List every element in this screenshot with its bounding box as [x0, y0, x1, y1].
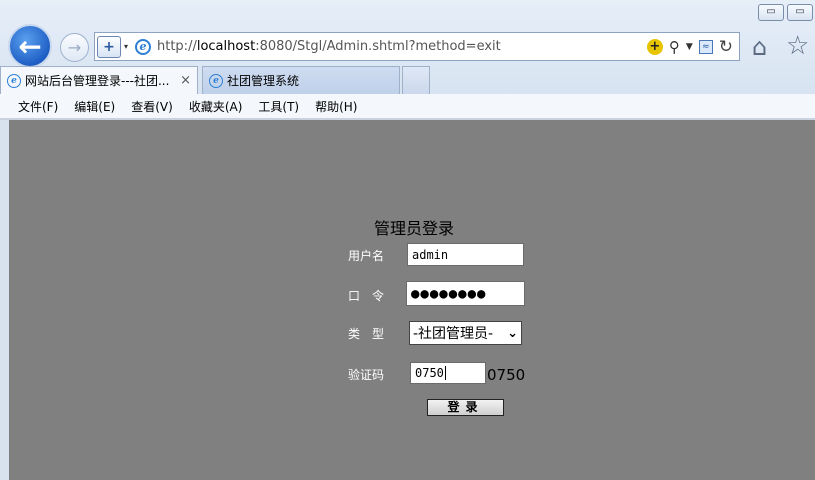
restore-button[interactable]: ▭: [787, 4, 813, 21]
menu-file[interactable]: 文件(F): [18, 98, 58, 115]
menu-help[interactable]: 帮助(H): [315, 98, 357, 115]
compatibility-view-icon[interactable]: +: [646, 38, 663, 55]
url-prefix: http://: [157, 39, 197, 54]
captcha-label: 验证码: [348, 368, 385, 382]
menu-edit[interactable]: 编辑(E): [74, 98, 115, 115]
tab-strip: e 网站后台管理登录---社团... × e 社团管理系统: [0, 66, 430, 94]
tab-admin-login[interactable]: e 网站后台管理登录---社团... ×: [0, 66, 198, 94]
menu-tools[interactable]: 工具(T): [258, 98, 299, 115]
username-label: 用户名: [348, 249, 385, 263]
ie-tab-icon: e: [209, 73, 223, 88]
ie-page-icon: e: [135, 38, 151, 55]
tab-label: 社团管理系统: [227, 74, 300, 88]
captcha-input-value: 0750: [415, 366, 444, 380]
tab-label: 网站后台管理登录---社团...: [25, 74, 170, 88]
username-input[interactable]: admin: [407, 243, 524, 266]
refresh-icon[interactable]: ↻: [719, 37, 733, 57]
menu-bar: 文件(F) 编辑(E) 查看(V) 收藏夹(A) 工具(T) 帮助(H): [0, 94, 815, 118]
menu-favorites[interactable]: 收藏夹(A): [189, 98, 243, 115]
user-type-value: -社团管理员-: [413, 326, 494, 342]
feeds-icon[interactable]: ≈: [698, 39, 713, 54]
url-text[interactable]: http://localhost:8080/Stgl/Admin.shtml?m…: [157, 39, 647, 54]
search-icon[interactable]: ⚲: [669, 38, 680, 56]
forward-button[interactable]: →: [60, 33, 89, 62]
login-title: 管理员登录: [374, 219, 455, 238]
page-left-border: [0, 120, 9, 480]
user-type-select[interactable]: -社团管理员- ⌄: [409, 321, 522, 345]
favorites-star-icon[interactable]: ☆: [786, 31, 809, 61]
captcha-code: 0750: [487, 366, 526, 384]
back-arrow-icon: ←: [18, 29, 42, 63]
minimize-button[interactable]: ▭: [758, 4, 784, 21]
ie-tab-icon: e: [7, 73, 21, 88]
menu-view[interactable]: 查看(V): [131, 98, 173, 115]
password-input[interactable]: ●●●●●●●●: [406, 281, 525, 306]
window-controls: ▭ ▭: [758, 4, 813, 21]
back-button[interactable]: ←: [8, 24, 52, 68]
add-on-shield-icon[interactable]: +: [97, 35, 121, 58]
text-caret: [444, 366, 446, 380]
browser-chrome: ▭ ▭ ← → + ▾ e http://localhost:8080/Stgl…: [0, 0, 815, 120]
address-tools: + ⚲ ▼ ≈ ↻: [646, 37, 733, 57]
chevron-down-icon[interactable]: ▾: [121, 42, 131, 51]
search-dropdown-icon[interactable]: ▼: [686, 42, 693, 52]
chevron-down-icon: ⌄: [507, 325, 518, 341]
url-path: :8080/Stgl/Admin.shtml?method=exit: [255, 39, 501, 54]
login-button[interactable]: 登录: [427, 399, 504, 416]
home-icon[interactable]: ⌂: [752, 33, 767, 61]
close-tab-icon[interactable]: ×: [180, 73, 191, 88]
captcha-input[interactable]: 0750: [410, 362, 486, 384]
forward-arrow-icon: →: [67, 38, 82, 57]
password-label: 口 令: [348, 289, 385, 303]
new-tab-button[interactable]: [402, 66, 430, 94]
tab-club-system[interactable]: e 社团管理系统: [202, 66, 400, 94]
address-bar[interactable]: + ▾ e http://localhost:8080/Stgl/Admin.s…: [94, 32, 740, 61]
type-label: 类 型: [348, 327, 385, 341]
url-host: localhost: [196, 39, 256, 54]
